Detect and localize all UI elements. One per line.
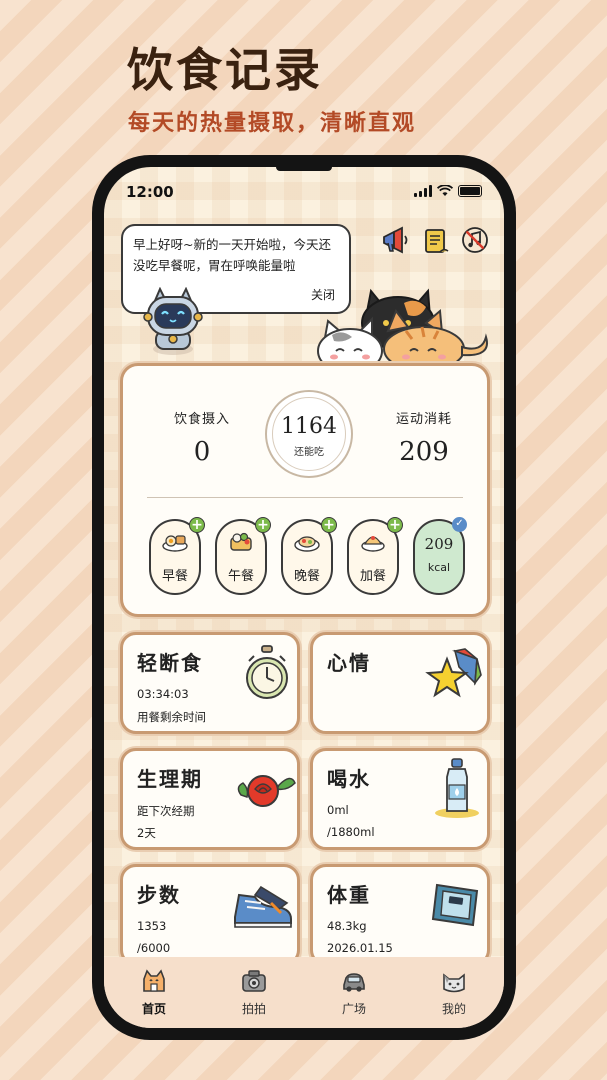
steps-title: 步数 bbox=[137, 883, 181, 907]
exercise-kcal-unit: kcal bbox=[427, 561, 451, 574]
app-screen: 12:00 早上好呀~新的一天开始啦，今天还没吃早餐呢，胃在呼唤能量啦 关闭 饮… bbox=[104, 167, 504, 1028]
fasting-card[interactable]: 轻断食 03:34:03 用餐剩余时间 bbox=[120, 632, 300, 734]
remaining-value: 1164 bbox=[281, 414, 337, 439]
intake-label: 饮食摄入 bbox=[173, 412, 230, 427]
fasting-title: 轻断食 bbox=[137, 651, 203, 675]
water-card[interactable]: 喝水 0ml /1880ml bbox=[310, 748, 490, 850]
period-days: 2天 bbox=[137, 826, 156, 840]
water-title: 喝水 bbox=[327, 767, 371, 791]
music-off-icon[interactable] bbox=[460, 225, 490, 255]
burn-label: 运动消耗 bbox=[395, 412, 452, 427]
dinner-icon bbox=[294, 536, 320, 552]
megaphone-icon[interactable] bbox=[380, 225, 410, 255]
snack-icon bbox=[361, 536, 385, 552]
remaining-calories-ring[interactable]: 1164 还能吃 bbox=[265, 390, 353, 478]
notch bbox=[276, 167, 332, 171]
phone-frame: 12:00 早上好呀~新的一天开始啦，今天还没吃早餐呢，胃在呼唤能量啦 关闭 饮… bbox=[92, 155, 516, 1040]
steps-card[interactable]: 步数 1353 /6000 bbox=[120, 864, 300, 966]
stopwatch-icon bbox=[246, 645, 288, 699]
robot-cat-mascot-icon[interactable] bbox=[142, 287, 204, 355]
check-icon: ✓ bbox=[452, 517, 467, 532]
status-icons bbox=[414, 185, 482, 197]
weight-date: 2026.01.15 bbox=[327, 941, 393, 955]
mood-star-icon bbox=[425, 648, 482, 698]
period-card[interactable]: 生理期 距下次经期 2天 bbox=[120, 748, 300, 850]
tab-label: 我的 bbox=[441, 1002, 466, 1016]
tab-label: 拍拍 bbox=[241, 1002, 266, 1016]
wifi-icon bbox=[437, 185, 453, 196]
cat-face-icon bbox=[443, 973, 465, 993]
header-icon-group bbox=[380, 225, 490, 255]
period-title: 生理期 bbox=[137, 767, 203, 791]
signal-icon bbox=[414, 185, 432, 197]
meal-label: 早餐 bbox=[161, 569, 188, 584]
promo-title: 饮食记录 bbox=[127, 43, 323, 97]
tab-profile[interactable]: 我的 bbox=[404, 957, 504, 1028]
burn-column: 运动消耗 209 bbox=[369, 408, 479, 467]
tab-label: 首页 bbox=[141, 1002, 166, 1016]
intake-value: 0 bbox=[193, 437, 211, 467]
add-lunch-icon[interactable]: + bbox=[255, 517, 271, 533]
meal-lunch-button[interactable]: + 午餐 bbox=[215, 517, 271, 595]
meal-dinner-button[interactable]: + 晚餐 bbox=[281, 517, 337, 595]
scroll-icon[interactable] bbox=[420, 225, 450, 255]
weight-card[interactable]: 体重 48.3kg 2026.01.15 bbox=[310, 864, 490, 966]
add-dinner-icon[interactable]: + bbox=[321, 517, 337, 533]
camera-icon bbox=[242, 970, 266, 992]
bottom-tab-bar: 首页 拍拍 广场 我的 bbox=[104, 957, 504, 1028]
scale-icon bbox=[431, 883, 479, 927]
meal-buttons: + 早餐 + 午餐 + 晚餐 + 加餐 209 kcal ✓ bbox=[149, 517, 467, 595]
fasting-caption: 用餐剩余时间 bbox=[137, 710, 206, 724]
battery-icon bbox=[458, 185, 482, 197]
calorie-summary-card: 饮食摄入 0 1164 还能吃 运动消耗 209 + 早餐 + 午餐 + 晚餐 … bbox=[120, 363, 490, 617]
intake-column: 饮食摄入 0 bbox=[147, 408, 257, 467]
remaining-label: 还能吃 bbox=[294, 447, 324, 458]
tab-plaza[interactable]: 广场 bbox=[304, 957, 404, 1028]
promo-subtitle: 每天的热量摄取，清晰直观 bbox=[128, 111, 417, 136]
cats-illustration-icon bbox=[317, 288, 488, 376]
speech-text: 早上好呀~新的一天开始啦，今天还没吃早餐呢，胃在呼唤能量啦 bbox=[133, 237, 331, 273]
steps-current: 1353 bbox=[137, 919, 167, 933]
water-current: 0ml bbox=[327, 803, 349, 817]
tab-camera[interactable]: 拍拍 bbox=[204, 957, 304, 1028]
tab-label: 广场 bbox=[341, 1002, 366, 1016]
water-goal: /1880ml bbox=[327, 825, 375, 839]
summary-divider bbox=[147, 497, 463, 498]
exercise-kcal-badge[interactable]: 209 kcal ✓ bbox=[413, 517, 467, 595]
meal-breakfast-button[interactable]: + 早餐 bbox=[149, 517, 205, 595]
lunch-icon bbox=[230, 532, 252, 551]
add-breakfast-icon[interactable]: + bbox=[189, 517, 205, 533]
status-time: 12:00 bbox=[126, 183, 174, 201]
car-icon bbox=[343, 973, 365, 992]
exercise-kcal-value: 209 bbox=[424, 535, 454, 553]
weight-value: 48.3kg bbox=[327, 919, 367, 933]
weight-title: 体重 bbox=[327, 883, 371, 907]
status-bar: 12:00 bbox=[126, 183, 482, 203]
meal-snack-button[interactable]: + 加餐 bbox=[347, 517, 403, 595]
breakfast-icon bbox=[162, 535, 188, 552]
rose-icon bbox=[237, 775, 296, 807]
meal-label: 晚餐 bbox=[293, 569, 320, 584]
remaining-inner: 1164 还能吃 bbox=[272, 397, 346, 471]
tab-home[interactable]: 首页 bbox=[104, 957, 204, 1028]
water-bottle-icon bbox=[435, 758, 479, 818]
meal-label: 加餐 bbox=[359, 569, 386, 584]
fasting-timer: 03:34:03 bbox=[137, 687, 189, 701]
sneaker-icon bbox=[234, 885, 292, 928]
meal-label: 午餐 bbox=[227, 569, 254, 584]
mood-title: 心情 bbox=[327, 651, 371, 675]
burn-value: 209 bbox=[399, 437, 449, 467]
steps-goal: /6000 bbox=[137, 941, 171, 955]
mood-card[interactable]: 心情 bbox=[310, 632, 490, 734]
period-caption: 距下次经期 bbox=[137, 804, 195, 818]
add-snack-icon[interactable]: + bbox=[387, 517, 403, 533]
home-cat-icon bbox=[143, 969, 165, 992]
